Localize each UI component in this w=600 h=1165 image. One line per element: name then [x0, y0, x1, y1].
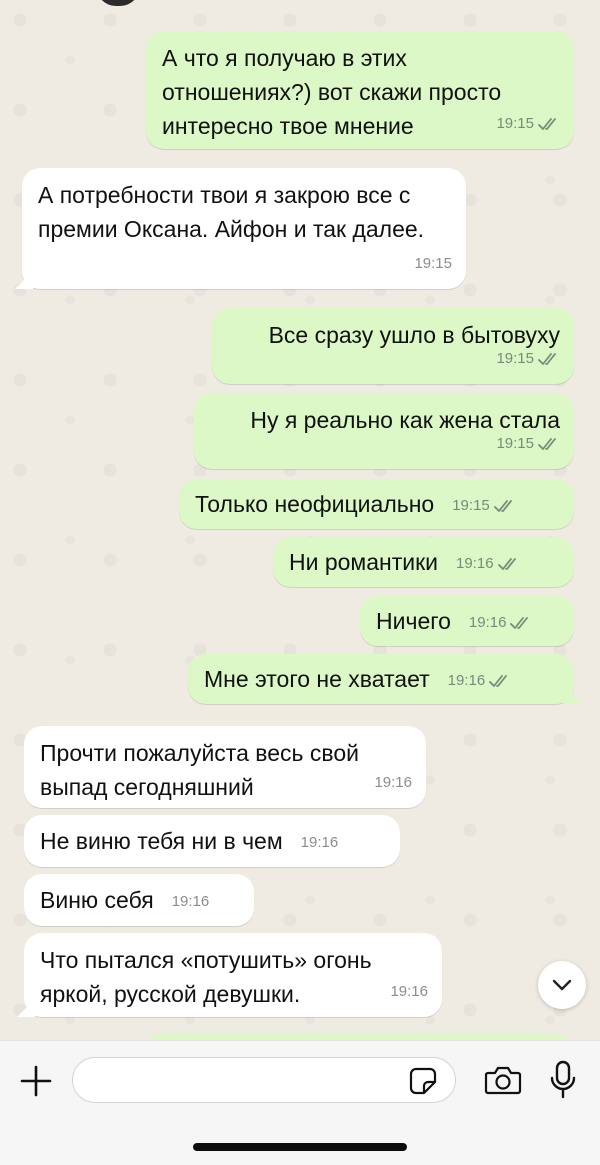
double-check-icon: [538, 353, 556, 365]
message-bubble-outgoing[interactable]: А что я получаю в этих отношениях?) вот …: [146, 31, 574, 149]
message-bubble-incoming[interactable]: Что пытался «потушить» огонь яркой, русс…: [24, 933, 442, 1017]
message-text: Не виню тебя ни в чем: [40, 828, 283, 854]
message-text: Мне этого не хватает: [204, 666, 430, 692]
message-time: 19:15: [496, 350, 534, 367]
double-check-icon: [538, 118, 556, 130]
message-meta: 19:16: [172, 885, 210, 919]
message-time: 19:16: [390, 983, 428, 1000]
message-text: Прочти пожалуйста весь свой выпад сегодн…: [40, 740, 359, 800]
home-indicator[interactable]: [193, 1143, 407, 1151]
message-time: 19:15: [452, 497, 490, 514]
message-time: 19:15: [496, 435, 534, 452]
message-bubble-outgoing[interactable]: Только неофициально 19:15: [179, 479, 574, 529]
message-bubble-incoming[interactable]: Не виню тебя ни в чем 19:16: [24, 815, 400, 867]
double-check-icon: [510, 617, 529, 629]
sticker-icon[interactable]: [408, 1066, 438, 1096]
message-text: Виню себя: [40, 887, 154, 913]
message-meta: 19:16: [469, 606, 533, 640]
message-time: 19:16: [300, 834, 339, 851]
message-list[interactable]: А что я получаю в этих отношениях?) вот …: [0, 0, 600, 1164]
message-meta: 19:15: [452, 489, 516, 523]
double-check-icon: [538, 438, 556, 450]
message-bubble-incoming[interactable]: А потребности твои я закрою все с премии…: [22, 168, 466, 289]
message-text: А потребности твои я закрою все с премии…: [38, 182, 425, 242]
message-bubble-outgoing[interactable]: Все сразу ушло в бытовуху 19:15: [212, 308, 574, 384]
message-meta: 19:16: [301, 826, 339, 860]
double-check-icon: [497, 558, 516, 570]
message-text: Только неофициально: [195, 491, 435, 517]
message-meta: 19:15: [496, 342, 560, 376]
message-meta: 19:16: [448, 664, 512, 698]
message-time: 19:16: [447, 672, 486, 689]
message-time: 19:15: [414, 255, 452, 272]
message-bubble-outgoing[interactable]: Мне этого не хватает 19:16: [188, 654, 574, 704]
message-bubble-outgoing[interactable]: Ничего 19:16: [360, 596, 574, 646]
message-time: 19:16: [171, 893, 210, 910]
message-input[interactable]: [72, 1057, 456, 1103]
message-time: 19:15: [496, 115, 534, 132]
message-time: 19:16: [374, 774, 412, 791]
message-meta: 19:15: [496, 107, 560, 141]
message-text: Ничего: [376, 608, 451, 634]
double-check-icon: [489, 675, 508, 687]
chevron-down-icon: [552, 979, 572, 991]
message-meta: 19:15: [496, 427, 560, 461]
message-time: 19:16: [468, 614, 507, 631]
message-text: Ни романтики: [289, 549, 439, 575]
message-bubble-outgoing[interactable]: Ну я реально как жена стала 19:15: [194, 393, 574, 469]
message-meta: 19:16: [456, 547, 520, 581]
message-time: 19:16: [456, 555, 494, 572]
message-bubble-incoming[interactable]: Виню себя 19:16: [24, 874, 254, 926]
message-meta: 19:15: [414, 247, 452, 281]
message-text: Что пытался «потушить» огонь яркой, русс…: [40, 947, 372, 1007]
message-bubble-incoming[interactable]: Прочти пожалуйста весь свой выпад сегодн…: [24, 726, 426, 808]
microphone-icon[interactable]: [548, 1060, 578, 1100]
double-check-icon: [493, 500, 512, 512]
camera-icon[interactable]: [484, 1064, 522, 1096]
message-meta: 19:16: [390, 975, 428, 1009]
plus-icon[interactable]: [18, 1063, 54, 1099]
scroll-to-bottom-button[interactable]: [538, 961, 586, 1009]
message-meta: 19:16: [374, 766, 412, 800]
message-bubble-outgoing[interactable]: Ни романтики 19:16: [273, 537, 574, 587]
